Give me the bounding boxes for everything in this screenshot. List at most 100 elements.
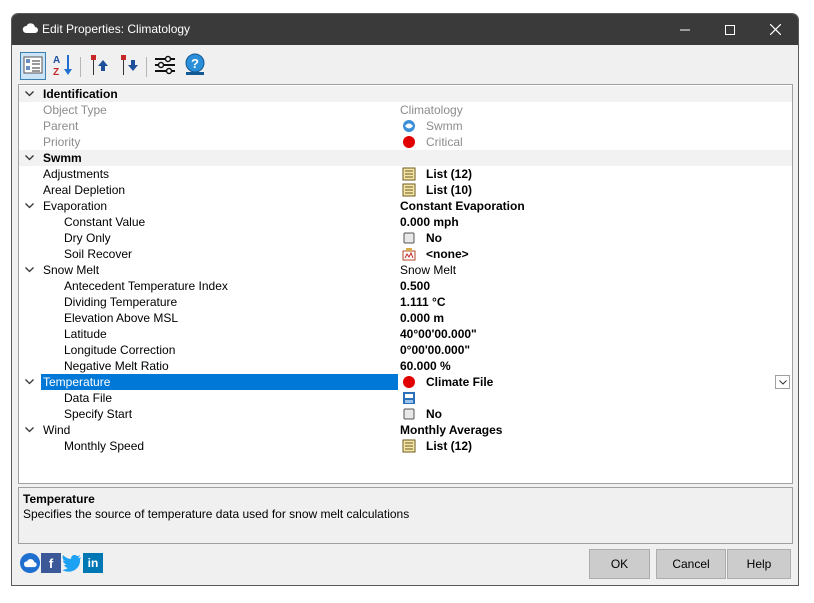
red-dot-icon (402, 135, 416, 149)
property-name: Elevation Above MSL (64, 311, 179, 325)
property-value[interactable]: Monthly Averages (400, 422, 502, 438)
property-value[interactable]: No (426, 406, 442, 422)
property-row-object-type[interactable]: Object Type Climatology (19, 102, 792, 118)
property-name: Swmm (43, 151, 82, 165)
property-value[interactable]: No (426, 230, 442, 246)
move-up-button[interactable] (86, 52, 112, 80)
move-down-icon (119, 54, 139, 79)
move-up-icon (89, 54, 109, 79)
ok-button[interactable]: OK (589, 549, 650, 579)
property-row-parent[interactable]: Parent Swmm (19, 118, 792, 134)
property-name: Monthly Speed (64, 439, 145, 453)
property-row-areal-depletion[interactable]: Areal Depletion List (10) (19, 182, 792, 198)
property-value[interactable]: 60.000 % (400, 358, 451, 374)
property-value[interactable]: 0.000 mph (400, 214, 459, 230)
window-title: Edit Properties: Climatology (42, 22, 191, 36)
cancel-button[interactable]: Cancel (656, 549, 726, 579)
description-text: Specifies the source of temperature data… (23, 507, 410, 521)
dropdown-button[interactable] (775, 375, 790, 389)
property-name: Data File (64, 391, 113, 405)
property-value[interactable]: 1.111 °C (400, 294, 446, 310)
facebook-icon[interactable]: f (41, 553, 61, 573)
property-row-adjustments[interactable]: Adjustments List (12) (19, 166, 792, 182)
property-row-dry-only[interactable]: Dry Only No (19, 230, 792, 246)
property-value[interactable]: Critical (426, 134, 463, 150)
close-button[interactable] (753, 14, 798, 45)
list-icon (402, 167, 416, 181)
property-value[interactable]: Swmm (426, 118, 463, 134)
twitter-icon[interactable] (62, 553, 82, 573)
property-value[interactable]: 0.500 (400, 278, 430, 294)
property-name: Latitude (64, 327, 107, 341)
property-value[interactable]: Constant Evaporation (400, 198, 525, 214)
chevron-down-icon[interactable] (23, 150, 35, 166)
property-row-constant-value[interactable]: Constant Value 0.000 mph (19, 214, 792, 230)
maximize-button[interactable] (707, 14, 752, 45)
title-bar[interactable]: Edit Properties: Climatology (12, 14, 798, 45)
property-row-negative-melt-ratio[interactable]: Negative Melt Ratio 60.000 % (19, 358, 792, 374)
checkbox-icon (402, 231, 416, 245)
settings-button[interactable] (152, 52, 178, 80)
property-row-monthly-speed[interactable]: Monthly Speed List (12) (19, 438, 792, 454)
chevron-down-icon[interactable] (23, 198, 35, 214)
description-title: Temperature (23, 492, 95, 506)
chevron-down-icon[interactable] (23, 422, 35, 438)
category-row-swmm[interactable]: Swmm (19, 150, 792, 166)
property-name: Adjustments (43, 167, 110, 181)
property-value[interactable]: List (12) (426, 166, 472, 182)
property-value[interactable]: Climatology (400, 102, 463, 118)
property-name: Priority (43, 135, 81, 149)
chevron-down-icon[interactable] (23, 262, 35, 278)
description-panel: Temperature Specifies the source of temp… (18, 487, 793, 544)
property-value[interactable]: 40°00'00.000" (400, 326, 477, 342)
property-row-longitude-correction[interactable]: Longitude Correction 0°00'00.000" (19, 342, 792, 358)
categorized-view-icon (23, 55, 43, 78)
property-row-data-file[interactable]: Data File (19, 390, 792, 406)
property-value[interactable]: Snow Melt (400, 262, 456, 278)
property-name: Dry Only (64, 231, 111, 245)
red-dot-icon (402, 375, 416, 389)
toolbar-separator (80, 57, 81, 77)
cloud-icon (22, 22, 38, 37)
category-row-identification[interactable]: Identification (19, 86, 792, 102)
property-value[interactable]: <none> (426, 246, 469, 262)
categorized-view-button[interactable] (20, 52, 46, 80)
property-row-evaporation[interactable]: Evaporation Constant Evaporation (19, 198, 792, 214)
data-file-icon (402, 391, 416, 405)
property-value[interactable]: 0°00'00.000" (400, 342, 470, 358)
sort-alphabetical-button[interactable]: A Z (50, 52, 76, 80)
checkbox-icon (402, 407, 416, 421)
property-value[interactable]: Climate File (426, 374, 493, 390)
list-icon (402, 183, 416, 197)
move-down-button[interactable] (116, 52, 142, 80)
help-button[interactable]: ? (182, 52, 208, 80)
minimize-button[interactable] (662, 14, 707, 45)
property-name: Soil Recover (64, 247, 133, 261)
chevron-down-icon[interactable] (23, 86, 35, 102)
property-name: Evaporation (43, 199, 108, 213)
property-value[interactable]: List (10) (426, 182, 472, 198)
property-name: Constant Value (64, 215, 146, 229)
company-logo-icon[interactable] (20, 553, 40, 573)
property-row-temperature[interactable]: Temperature Climate File (19, 374, 792, 390)
property-row-antecedent-temperature-index[interactable]: Antecedent Temperature Index 0.500 (19, 278, 792, 294)
property-grid[interactable]: Identification Object Type Climatology Pare… (18, 84, 793, 484)
property-row-specify-start[interactable]: Specify Start No (19, 406, 792, 422)
property-row-soil-recover[interactable]: Soil Recover <none> (19, 246, 792, 262)
property-row-latitude[interactable]: Latitude 40°00'00.000" (19, 326, 792, 342)
property-row-wind[interactable]: Wind Monthly Averages (19, 422, 792, 438)
help-dialog-button[interactable]: Help (727, 549, 791, 579)
property-row-priority[interactable]: Priority Critical (19, 134, 792, 150)
property-name: Dividing Temperature (64, 295, 178, 309)
property-value[interactable]: 0.000 m (400, 310, 444, 326)
property-name: Parent (43, 119, 79, 133)
pattern-icon (402, 247, 416, 261)
property-value[interactable]: List (12) (426, 438, 472, 454)
property-row-snow-melt[interactable]: Snow Melt Snow Melt (19, 262, 792, 278)
property-row-elevation-above-msl[interactable]: Elevation Above MSL 0.000 m (19, 310, 792, 326)
chevron-down-icon[interactable] (23, 374, 35, 390)
property-name: Identification (43, 87, 118, 101)
property-row-dividing-temperature[interactable]: Dividing Temperature 1.111 °C (19, 294, 792, 310)
property-name: Snow Melt (43, 263, 100, 277)
linkedin-icon[interactable]: in (83, 553, 103, 573)
